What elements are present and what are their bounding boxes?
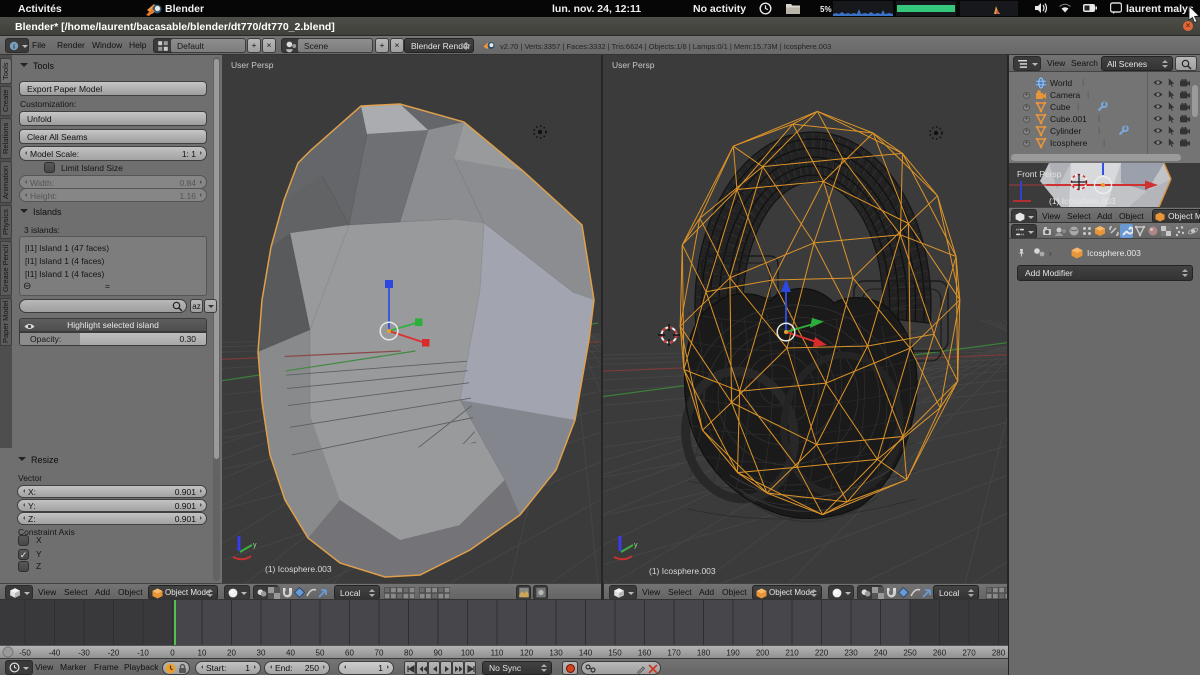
svg-text:0: 0 [170, 649, 175, 658]
svg-text:260: 260 [933, 649, 947, 658]
svg-text:(1) Icosphere.003: (1) Icosphere.003 [1049, 196, 1116, 206]
svg-text:90: 90 [434, 649, 443, 658]
svg-text:130: 130 [549, 649, 563, 658]
svg-text:-30: -30 [78, 649, 90, 658]
svg-text:-40: -40 [49, 649, 61, 658]
svg-text:180: 180 [697, 649, 711, 658]
svg-text:250: 250 [903, 649, 917, 658]
svg-text:40: 40 [286, 649, 295, 658]
svg-text:70: 70 [375, 649, 384, 658]
svg-text:60: 60 [345, 649, 354, 658]
svg-text:280: 280 [992, 649, 1006, 658]
svg-text:User Persp: User Persp [612, 60, 655, 70]
svg-text:20: 20 [227, 649, 236, 658]
svg-text:190: 190 [726, 649, 740, 658]
svg-text:170: 170 [667, 649, 681, 658]
svg-text:110: 110 [491, 649, 504, 658]
svg-text:Front Persp: Front Persp [1017, 169, 1062, 179]
svg-text:i: i [13, 43, 15, 50]
svg-text:150: 150 [608, 649, 622, 658]
svg-text:-20: -20 [108, 649, 120, 658]
svg-text:210: 210 [785, 649, 799, 658]
svg-text:y: y [634, 542, 638, 549]
svg-text:-10: -10 [137, 649, 149, 658]
svg-text:200: 200 [756, 649, 770, 658]
svg-text:230: 230 [844, 649, 858, 658]
svg-text:240: 240 [874, 649, 888, 658]
svg-text:220: 220 [815, 649, 829, 658]
svg-text:50: 50 [316, 649, 325, 658]
svg-text:100: 100 [461, 649, 475, 658]
svg-text:User Persp: User Persp [231, 60, 274, 70]
svg-text:(1) Icosphere.003: (1) Icosphere.003 [649, 566, 716, 576]
svg-text:-50: -50 [19, 649, 31, 658]
svg-text:80: 80 [404, 649, 413, 658]
svg-text:y: y [253, 542, 257, 549]
svg-text:140: 140 [579, 649, 593, 658]
svg-text:10: 10 [198, 649, 207, 658]
svg-text:270: 270 [962, 649, 976, 658]
svg-text:(1) Icosphere.003: (1) Icosphere.003 [265, 564, 332, 574]
svg-text:120: 120 [520, 649, 534, 658]
svg-text:160: 160 [638, 649, 652, 658]
svg-text:30: 30 [257, 649, 266, 658]
